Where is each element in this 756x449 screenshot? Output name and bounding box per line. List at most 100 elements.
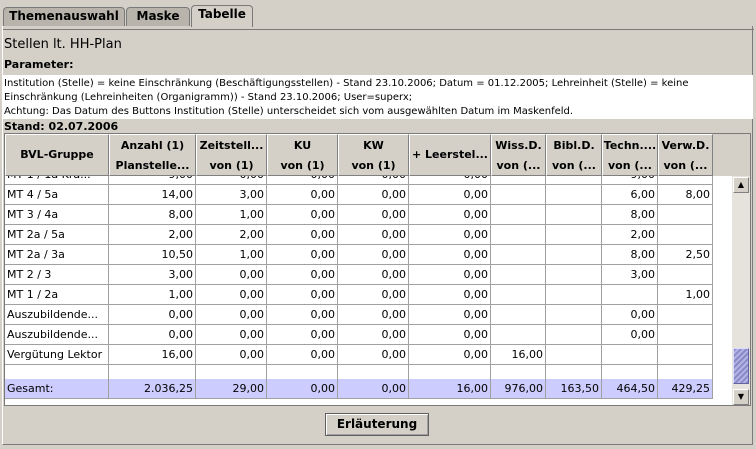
cell-wiss-d xyxy=(491,325,546,345)
cell-zeitstellen: 0,00 xyxy=(196,285,267,305)
tab-tabelle[interactable]: Tabelle xyxy=(191,5,253,27)
cell-ku: 0,00 xyxy=(267,305,338,325)
column-header-verw-d[interactable]: Verw.D. von (... xyxy=(658,134,713,176)
cell-ku: 0,00 xyxy=(267,325,338,345)
column-header-bibl-d[interactable]: Bibl.D. von (... xyxy=(546,134,602,176)
table-row[interactable]: MT 4 / 5a 14,00 3,00 0,00 0,00 0,00 6,00 8,00 xyxy=(5,185,732,205)
table-row[interactable]: MT 2a / 5a 2,00 2,00 0,00 0,00 0,00 2,00 xyxy=(5,225,732,245)
table-row[interactable]: MT 2a / 3a 10,50 1,00 0,00 0,00 0,00 8,00 2,50 xyxy=(5,245,732,265)
column-header-bvl-gruppe[interactable]: BVL-Gruppe xyxy=(5,134,109,176)
cell-techn: 6,00 xyxy=(602,185,658,205)
column-header-label: Zeitstell... xyxy=(199,139,264,152)
cell-bvl-gruppe: MT 2a / 3a xyxy=(5,245,109,265)
column-header-sublabel: von (1) xyxy=(280,159,325,172)
tab-themenauswahl[interactable]: Themenauswahl xyxy=(3,7,125,26)
tabelle-panel: Stellen lt. HH-Plan Parameter: Instituti… xyxy=(2,26,753,445)
cell-anzahl: 16,00 xyxy=(109,345,196,365)
table-total-row[interactable]: Gesamt: 2.036,25 29,00 0,00 0,00 16,00 976,00 1… xyxy=(5,379,732,399)
cell-bibl-d xyxy=(546,205,602,225)
cell-kw: 0,00 xyxy=(338,176,409,185)
page-title: Stellen lt. HH-Plan xyxy=(4,37,122,52)
cell-bibl-d xyxy=(546,176,602,185)
cell-bvl-gruppe: MT 2 / 3 xyxy=(5,265,109,285)
cell-ku: 0,00 xyxy=(267,205,338,225)
column-header-kw[interactable]: KW von (1) xyxy=(338,134,409,176)
cell-bvl-gruppe: MT 2a / 5a xyxy=(5,225,109,245)
cell-leerstellen: 0,00 xyxy=(409,345,491,365)
scroll-thumb[interactable] xyxy=(733,348,749,384)
cell-leerstellen: 0,00 xyxy=(409,205,491,225)
cell-ku: 0,00 xyxy=(267,185,338,205)
cell-zeitstellen: 1,00 xyxy=(196,245,267,265)
cell-wiss-d xyxy=(491,205,546,225)
column-header-ku[interactable]: KU von (1) xyxy=(267,134,338,176)
cell-kw: 0,00 xyxy=(338,245,409,265)
table-row[interactable]: MT 2 / 3 3,00 0,00 0,00 0,00 0,00 3,00 xyxy=(5,265,732,285)
cell-bvl-gruppe: MT 3 / 4a xyxy=(5,205,109,225)
vertical-scrollbar[interactable]: ▲ ▼ xyxy=(732,176,750,405)
cell-kw: 0,00 xyxy=(338,325,409,345)
column-header-label: + Leerstel... xyxy=(412,148,488,161)
cell-bvl-gruppe: Auszubildende... xyxy=(5,325,109,345)
cell-wiss-d xyxy=(491,185,546,205)
scroll-up-icon[interactable]: ▲ xyxy=(733,177,749,193)
table-row[interactable]: Auszubildende... 0,00 0,00 0,00 0,00 0,00 0,00 xyxy=(5,305,732,325)
tab-maske[interactable]: Maske xyxy=(126,7,190,26)
cell-zeitstellen: 3,00 xyxy=(196,185,267,205)
scroll-down-icon[interactable]: ▼ xyxy=(733,389,749,405)
cell-zeitstellen: 29,00 xyxy=(196,379,267,399)
cell-ku: 0,00 xyxy=(267,225,338,245)
column-header-techn[interactable]: Techn.... von (... xyxy=(602,134,658,176)
column-header-zeitstellen[interactable]: Zeitstell... von (1) xyxy=(196,134,267,176)
cell-anzahl: 1,00 xyxy=(109,285,196,305)
cell-leerstellen: 0,00 xyxy=(409,245,491,265)
cell-ku: 0,00 xyxy=(267,379,338,399)
cell-wiss-d xyxy=(491,225,546,245)
cell-zeitstellen: 0,00 xyxy=(196,345,267,365)
cell-bibl-d: 163,50 xyxy=(546,379,602,399)
table-row[interactable]: Vergütung Lektor 16,00 0,00 0,00 0,00 0,00 16,… xyxy=(5,345,732,365)
column-header-wiss-d[interactable]: Wiss.D. von (... xyxy=(491,134,546,176)
cell-zeitstellen: 1,00 xyxy=(196,205,267,225)
cell-ku: 0,00 xyxy=(267,176,338,185)
cell-zeitstellen: 0,00 xyxy=(196,265,267,285)
cell-techn xyxy=(602,345,658,365)
column-header-leerstellen[interactable]: + Leerstel... xyxy=(409,134,491,176)
cell-bibl-d xyxy=(546,265,602,285)
cell-bibl-d xyxy=(546,225,602,245)
cell-kw: 0,00 xyxy=(338,285,409,305)
cell-verw-d: 2,50 xyxy=(658,245,713,265)
table-row[interactable]: MT 3 / 4a 8,00 1,00 0,00 0,00 0,00 8,00 xyxy=(5,205,732,225)
table-row[interactable]: Auszubildende... 0,00 0,00 0,00 0,00 0,00 0,00 xyxy=(5,325,732,345)
column-header-label: Verw.D. xyxy=(661,139,710,152)
cell-leerstellen: 0,00 xyxy=(409,265,491,285)
cell-verw-d xyxy=(658,265,713,285)
column-header-anzahl[interactable]: Anzahl (1) Planstelle... xyxy=(109,134,196,176)
cell-verw-d xyxy=(658,305,713,325)
cell-bvl-gruppe: Auszubildende... xyxy=(5,305,109,325)
table-row[interactable]: MT 1 / 1a Kra...9,000,000,000,000,009,00 xyxy=(5,176,732,185)
cell-bvl-gruppe: MT 1 / 1a Kra... xyxy=(5,176,109,185)
cell-kw: 0,00 xyxy=(338,185,409,205)
cell-zeitstellen: 0,00 xyxy=(196,176,267,185)
cell-verw-d xyxy=(658,345,713,365)
cell-verw-d: 429,25 xyxy=(658,379,713,399)
cell-wiss-d xyxy=(491,245,546,265)
cell-anzahl: 9,00 xyxy=(109,176,196,185)
table-header: BVL-Gruppe Anzahl (1) Planstelle... Zeitste… xyxy=(5,134,732,176)
column-header-sublabel: von (1) xyxy=(351,159,396,172)
column-header-sublabel: von (... xyxy=(663,159,708,172)
cell-leerstellen: 0,00 xyxy=(409,185,491,205)
table-row[interactable]: MT 1 / 2a 1,00 0,00 0,00 0,00 0,00 1,00 xyxy=(5,285,732,305)
cell-leerstellen: 0,00 xyxy=(409,225,491,245)
cell-bibl-d xyxy=(546,325,602,345)
erlaeuterung-button[interactable]: Erläuterung xyxy=(325,413,429,436)
cell-kw: 0,00 xyxy=(338,345,409,365)
cell-anzahl: 0,00 xyxy=(109,325,196,345)
cell-zeitstellen: 2,00 xyxy=(196,225,267,245)
cell-wiss-d xyxy=(491,176,546,185)
cell-anzahl: 0,00 xyxy=(109,305,196,325)
cell-ku: 0,00 xyxy=(267,265,338,285)
cell-anzahl: 3,00 xyxy=(109,265,196,285)
cell-kw: 0,00 xyxy=(338,205,409,225)
